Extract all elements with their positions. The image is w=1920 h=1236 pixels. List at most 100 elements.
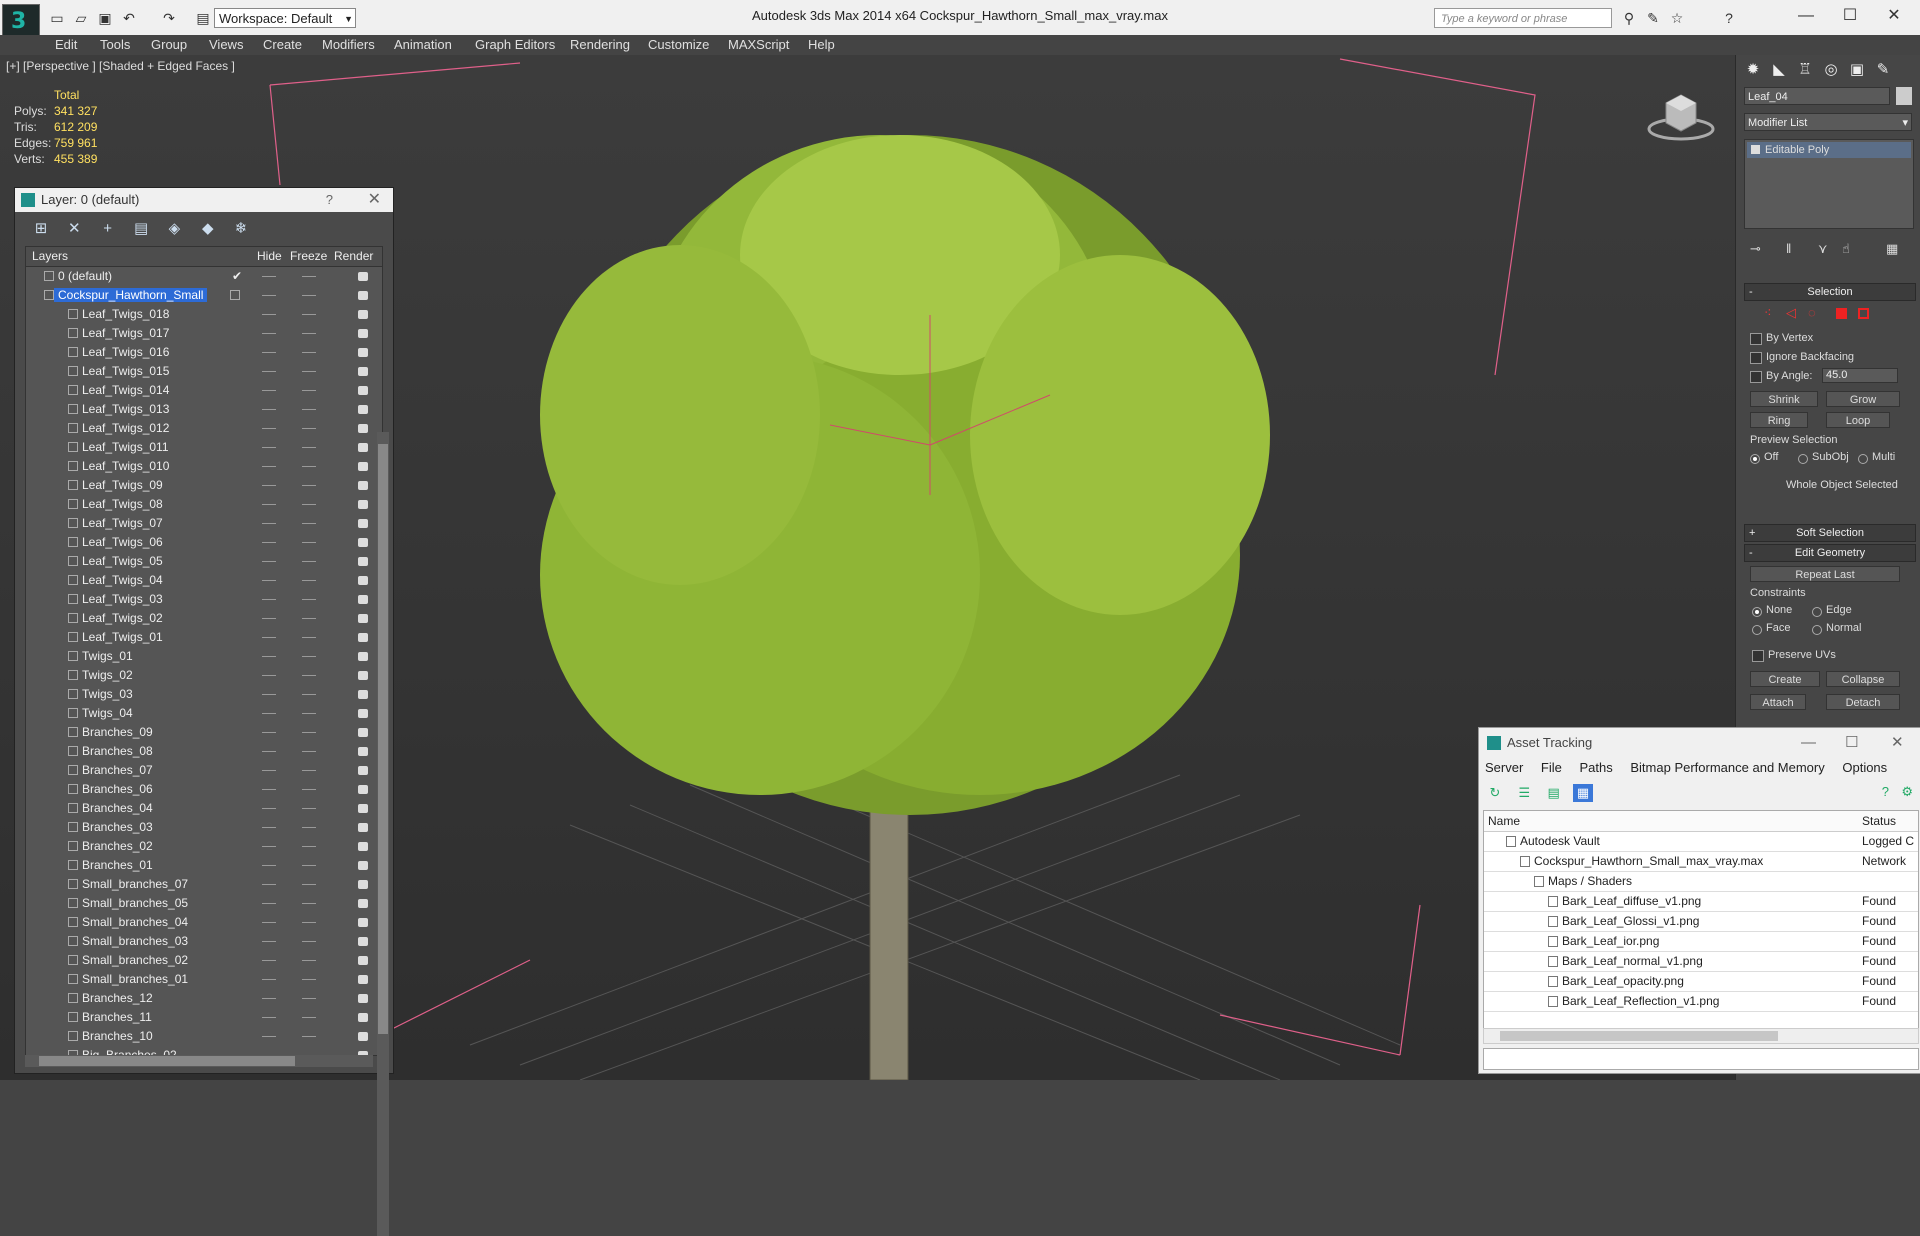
- make-unique-icon[interactable]: ⋎: [1818, 241, 1828, 257]
- render-teapot-icon[interactable]: [358, 652, 368, 661]
- render-teapot-icon[interactable]: [358, 462, 368, 471]
- collapse-button[interactable]: Collapse: [1826, 671, 1900, 687]
- hide-toggle[interactable]: [262, 1017, 276, 1018]
- render-teapot-icon[interactable]: [358, 500, 368, 509]
- freeze-all-icon[interactable]: ❄: [229, 218, 253, 240]
- hide-toggle[interactable]: [262, 428, 276, 429]
- hide-toggle[interactable]: [262, 1036, 276, 1037]
- menu-modifiers[interactable]: Modifiers: [322, 37, 375, 52]
- hide-toggle[interactable]: [262, 390, 276, 391]
- col-status[interactable]: Status: [1862, 814, 1896, 828]
- minimize-icon[interactable]: —: [1801, 728, 1816, 758]
- render-teapot-icon[interactable]: [358, 329, 368, 338]
- motion-tab-icon[interactable]: ◎: [1820, 59, 1842, 81]
- layer-row[interactable]: Leaf_Twigs_012: [26, 419, 382, 438]
- current-layer-checkmark-icon[interactable]: ✔: [232, 269, 242, 283]
- render-teapot-icon[interactable]: [358, 766, 368, 775]
- hide-toggle[interactable]: [262, 846, 276, 847]
- render-teapot-icon[interactable]: [358, 310, 368, 319]
- render-teapot-icon[interactable]: [358, 272, 368, 281]
- asset-row[interactable]: Bark_Leaf_Reflection_v1.png Found: [1484, 992, 1918, 1012]
- layer-row[interactable]: Branches_10: [26, 1027, 382, 1046]
- close-icon[interactable]: ✕: [1891, 728, 1904, 758]
- render-teapot-icon[interactable]: [358, 804, 368, 813]
- hide-toggle[interactable]: [262, 314, 276, 315]
- layer-row[interactable]: Small_branches_07: [26, 875, 382, 894]
- menu-views[interactable]: Views: [209, 37, 243, 52]
- repeat-last-button[interactable]: Repeat Last: [1750, 566, 1900, 582]
- hide-toggle[interactable]: [262, 979, 276, 980]
- render-teapot-icon[interactable]: [358, 291, 368, 300]
- layer-row[interactable]: Leaf_Twigs_09: [26, 476, 382, 495]
- layer-row[interactable]: Leaf_Twigs_05: [26, 552, 382, 571]
- layer-row[interactable]: Branches_07: [26, 761, 382, 780]
- hide-toggle[interactable]: [262, 960, 276, 961]
- border-mode-icon[interactable]: ◌: [1808, 305, 1816, 320]
- layer-horizontal-scrollbar[interactable]: [25, 1055, 373, 1067]
- freeze-toggle[interactable]: [302, 713, 316, 714]
- layer-row[interactable]: Small_branches_02: [26, 951, 382, 970]
- render-teapot-icon[interactable]: [358, 842, 368, 851]
- freeze-toggle[interactable]: [302, 561, 316, 562]
- freeze-toggle[interactable]: [302, 580, 316, 581]
- freeze-toggle[interactable]: [302, 789, 316, 790]
- render-teapot-icon[interactable]: [358, 785, 368, 794]
- freeze-toggle[interactable]: [302, 390, 316, 391]
- freeze-toggle[interactable]: [302, 865, 316, 866]
- asset-row[interactable]: Bark_Leaf_normal_v1.png Found: [1484, 952, 1918, 972]
- menu-animation[interactable]: Animation: [394, 37, 452, 52]
- render-teapot-icon[interactable]: [358, 614, 368, 623]
- layer-row[interactable]: Leaf_Twigs_011: [26, 438, 382, 457]
- scroll-thumb[interactable]: [39, 1056, 295, 1066]
- menu-help[interactable]: Help: [808, 37, 835, 52]
- render-teapot-icon[interactable]: [358, 899, 368, 908]
- hide-toggle[interactable]: [262, 466, 276, 467]
- layer-row[interactable]: Leaf_Twigs_08: [26, 495, 382, 514]
- layer-row[interactable]: Leaf_Twigs_016: [26, 343, 382, 362]
- favorites-icon[interactable]: ☆: [1668, 9, 1686, 27]
- asset-row[interactable]: Bark_Leaf_Glossi_v1.png Found: [1484, 912, 1918, 932]
- layer-row[interactable]: Branches_11: [26, 1008, 382, 1027]
- ignore-backfacing-checkbox[interactable]: [1750, 352, 1762, 364]
- render-teapot-icon[interactable]: [358, 576, 368, 585]
- freeze-toggle[interactable]: [302, 504, 316, 505]
- configure-sets-icon[interactable]: ▦: [1886, 241, 1898, 257]
- menu-tools[interactable]: Tools: [100, 37, 130, 52]
- render-teapot-icon[interactable]: [358, 633, 368, 642]
- asset-row[interactable]: Bark_Leaf_ior.png Found: [1484, 932, 1918, 952]
- render-teapot-icon[interactable]: [358, 367, 368, 376]
- remove-modifier-icon[interactable]: ☝: [1842, 241, 1850, 257]
- render-teapot-icon[interactable]: [358, 519, 368, 528]
- table-view-icon[interactable]: ▦: [1573, 784, 1594, 802]
- by-angle-checkbox[interactable]: [1750, 371, 1762, 383]
- col-hide[interactable]: Hide: [257, 249, 282, 263]
- render-teapot-icon[interactable]: [358, 595, 368, 604]
- minimize-icon[interactable]: —: [1786, 4, 1826, 28]
- layer-row[interactable]: Small_branches_05: [26, 894, 382, 913]
- freeze-toggle[interactable]: [302, 523, 316, 524]
- freeze-toggle[interactable]: [302, 808, 316, 809]
- layer-row[interactable]: Leaf_Twigs_014: [26, 381, 382, 400]
- edit-geometry-rollout[interactable]: - Edit Geometry: [1744, 544, 1916, 562]
- hide-toggle[interactable]: [262, 941, 276, 942]
- layer-row[interactable]: Twigs_04: [26, 704, 382, 723]
- hide-toggle[interactable]: [262, 580, 276, 581]
- layer-row[interactable]: Twigs_01: [26, 647, 382, 666]
- freeze-toggle[interactable]: [302, 371, 316, 372]
- layer-row[interactable]: Leaf_Twigs_01: [26, 628, 382, 647]
- layer-row[interactable]: Leaf_Twigs_07: [26, 514, 382, 533]
- layer-row[interactable]: Branches_09: [26, 723, 382, 742]
- freeze-toggle[interactable]: [302, 409, 316, 410]
- layer-row[interactable]: Cockspur_Hawthorn_Small: [26, 286, 382, 305]
- render-teapot-icon[interactable]: [358, 728, 368, 737]
- hide-toggle[interactable]: [262, 276, 276, 277]
- shrink-button[interactable]: Shrink: [1750, 391, 1818, 407]
- hide-toggle[interactable]: [262, 789, 276, 790]
- render-teapot-icon[interactable]: [358, 956, 368, 965]
- preserve-uvs-checkbox[interactable]: [1752, 650, 1764, 662]
- asset-row[interactable]: Autodesk Vault Logged C: [1484, 832, 1918, 852]
- freeze-toggle[interactable]: [302, 295, 316, 296]
- layer-row[interactable]: Leaf_Twigs_010: [26, 457, 382, 476]
- freeze-toggle[interactable]: [302, 1036, 316, 1037]
- preview-multi-radio[interactable]: [1858, 454, 1868, 464]
